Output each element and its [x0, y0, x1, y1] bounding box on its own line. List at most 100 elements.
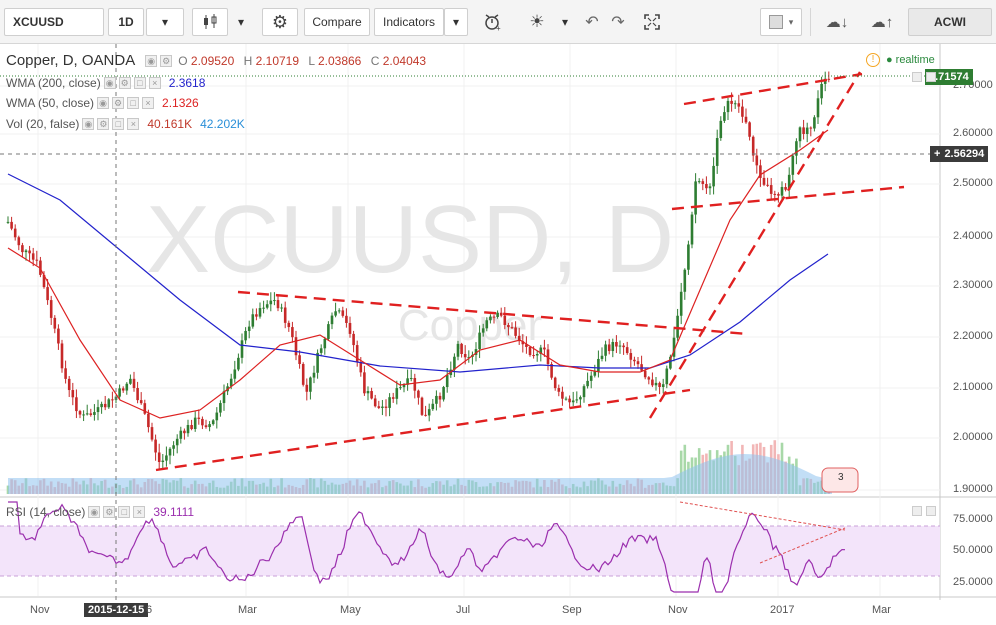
candle-body — [582, 386, 586, 398]
time-tick-label: May — [340, 604, 361, 616]
candle-body — [262, 307, 265, 309]
indicators-button[interactable]: Indicators — [374, 8, 444, 36]
candle-body — [373, 398, 377, 407]
legend-volume[interactable]: Vol (20, false) ◉ ⚙ □ × 40.161K 42.202K — [6, 117, 245, 131]
settings-icon[interactable]: ⚙ — [97, 118, 110, 130]
alert-button[interactable]: + — [476, 8, 510, 36]
candle-body — [247, 326, 251, 331]
legend-title: Copper, D, OANDA — [6, 52, 136, 69]
candle-body — [211, 420, 215, 425]
candle-body — [827, 78, 831, 80]
candle-body — [244, 330, 247, 341]
candle-body — [532, 355, 535, 357]
interval-button[interactable]: 1D — [108, 8, 144, 36]
settings-icon[interactable]: ⚙ — [112, 97, 125, 109]
candle-body — [683, 269, 687, 292]
candle-body — [294, 337, 298, 356]
indicators-dropdown[interactable]: ▾ — [444, 8, 468, 36]
legend-rsi[interactable]: RSI (14, close) ◉ ⚙ □ × 39.1111 — [6, 505, 194, 519]
candle-body — [24, 250, 28, 253]
format-icon[interactable]: □ — [127, 97, 140, 109]
pane-up-icon[interactable] — [912, 506, 922, 516]
load-layout-button[interactable]: ☁↓ — [816, 8, 858, 36]
symbol-input[interactable]: XCUUSD — [4, 8, 104, 36]
settings-icon[interactable]: ⚙ — [160, 54, 173, 67]
redo-button[interactable]: ↷ — [606, 8, 630, 36]
eye-icon[interactable]: ◉ — [97, 97, 110, 109]
legend-wma-200[interactable]: WMA (200, close) ◉ ⚙ □ × 2.3618 — [6, 76, 205, 90]
candle-body — [694, 181, 697, 215]
time-tick-label: 2017 — [770, 604, 795, 616]
format-icon[interactable]: □ — [133, 77, 146, 89]
pane-maximize-icon[interactable] — [926, 506, 936, 516]
candle-body — [751, 136, 755, 156]
replay-button[interactable]: ☀ — [520, 8, 554, 36]
candle-body — [791, 155, 795, 175]
eye-icon[interactable]: ◉ — [103, 77, 116, 89]
candle-body — [445, 375, 449, 388]
ideas-dropdown[interactable]: ▾ — [554, 8, 576, 36]
candle-body — [359, 362, 363, 373]
chevron-down-icon: ▾ — [237, 15, 245, 29]
close-icon[interactable]: × — [127, 118, 140, 130]
candle-body — [273, 300, 276, 302]
candle-body — [417, 390, 420, 398]
format-icon[interactable]: □ — [112, 118, 125, 130]
candle-body — [442, 387, 445, 400]
candle-body — [46, 287, 49, 301]
close-icon[interactable]: × — [148, 77, 161, 89]
compare-button[interactable]: Compare — [304, 8, 370, 36]
pane-settings-icon[interactable] — [912, 72, 922, 82]
candle-body — [528, 346, 532, 356]
settings-button[interactable]: ⚙ — [262, 8, 298, 36]
badge-count: 3 — [838, 472, 844, 483]
candle-body — [96, 407, 100, 413]
close-icon[interactable]: × — [142, 97, 155, 109]
candle-body — [309, 377, 312, 392]
save-layout-button[interactable]: ☁↑ — [860, 8, 904, 36]
candle-body — [287, 322, 291, 328]
chart-area[interactable]: XCUUSD, D Copper 3 — [0, 44, 996, 625]
candle-body — [150, 427, 154, 440]
candle-body — [463, 353, 467, 358]
candle-body — [330, 315, 334, 325]
candle-body — [183, 430, 186, 434]
eye-icon[interactable]: ◉ — [145, 54, 158, 67]
interval-dropdown[interactable]: ▾ — [146, 8, 184, 36]
candle-body — [165, 455, 168, 461]
candle-body — [49, 300, 53, 318]
candle-body — [748, 122, 751, 137]
settings-icon[interactable]: ⚙ — [118, 77, 131, 89]
chart-style-button[interactable] — [192, 8, 228, 36]
candle-body — [784, 187, 787, 190]
fullscreen-button[interactable] — [636, 8, 668, 36]
close-icon[interactable]: × — [133, 506, 146, 518]
candle-body — [204, 425, 208, 428]
candle-body — [75, 397, 78, 412]
color-swatch-button[interactable]: ▾ — [760, 8, 802, 36]
candle-body — [600, 355, 604, 359]
volume-ma-value: 42.202K — [200, 117, 245, 131]
settings-icon[interactable]: ⚙ — [103, 506, 116, 518]
volume-value: 40.161K — [147, 117, 193, 131]
candle-body — [654, 382, 658, 386]
fullscreen-icon — [644, 14, 660, 30]
earnings-badge[interactable]: 3 — [821, 467, 859, 493]
chart-style-dropdown[interactable]: ▾ — [230, 8, 252, 36]
legend-wma-50[interactable]: WMA (50, close) ◉ ⚙ □ × 2.1326 — [6, 96, 199, 110]
candle-body — [723, 112, 726, 121]
format-icon[interactable]: □ — [118, 506, 131, 518]
candle-body — [561, 391, 564, 399]
undo-button[interactable]: ↶ — [580, 8, 604, 36]
gear-icon: ⚙ — [271, 11, 289, 32]
candle-body — [676, 315, 679, 338]
candle-body — [219, 403, 222, 413]
eye-icon[interactable]: ◉ — [88, 506, 101, 518]
candle-body — [409, 378, 413, 380]
top-toolbar: XCUUSD 1D ▾ ▾ ⚙ Compare Indicators ▾ + ☀… — [0, 0, 996, 44]
layout-name-button[interactable]: ACWI — [908, 8, 992, 36]
pane-maximize-icon[interactable] — [926, 72, 936, 82]
candle-body — [431, 403, 435, 410]
eye-icon[interactable]: ◉ — [82, 118, 95, 130]
warning-icon[interactable]: ! — [866, 53, 880, 67]
